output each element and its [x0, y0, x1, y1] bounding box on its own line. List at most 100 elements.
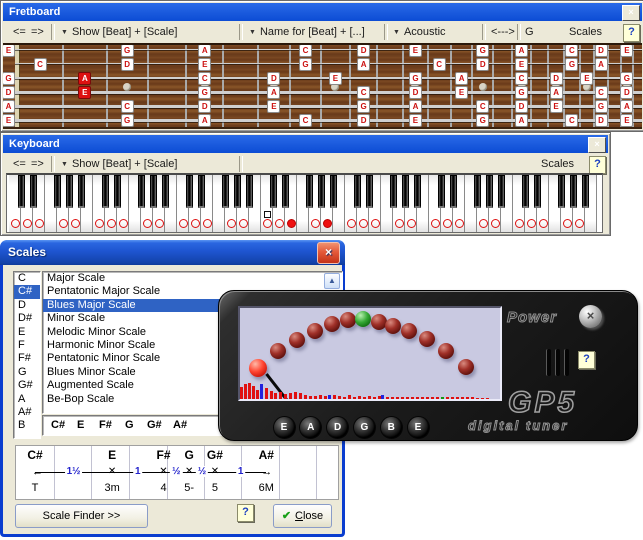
fretboard-close-icon[interactable]: × [622, 5, 640, 21]
fretboard-titlebar[interactable]: Fretboard × [3, 3, 642, 21]
fret-note-marker[interactable]: A [515, 44, 528, 57]
fretboard-scales-button[interactable]: Scales [569, 22, 602, 42]
fret-note-marker[interactable]: A [620, 100, 633, 113]
piano-key-black[interactable] [102, 175, 109, 208]
piano-key-black[interactable] [486, 175, 493, 208]
piano-key-black[interactable] [390, 175, 397, 208]
guitar-string[interactable] [15, 49, 642, 50]
fret-note-marker[interactable]: A [595, 58, 608, 71]
root-item-fs[interactable]: F# [14, 352, 40, 365]
fretboard-show-dropdown[interactable]: ▼Show [Beat] + [Scale] [61, 22, 177, 42]
fret-note-marker[interactable]: E [198, 58, 211, 71]
piano-key-black[interactable] [522, 175, 529, 208]
root-item-gs[interactable]: G# [14, 379, 40, 392]
guitar-string[interactable] [15, 63, 642, 64]
keyboard-close-icon[interactable]: × [588, 137, 606, 153]
piano-key-black[interactable] [558, 175, 565, 208]
scale-finder-button[interactable]: Scale Finder >> [15, 504, 148, 528]
fret-note-marker[interactable]: A [3, 100, 15, 113]
fret-note-marker[interactable]: E [515, 58, 528, 71]
piano-key-black[interactable] [318, 175, 325, 208]
scale-list-item[interactable]: Major Scale [43, 272, 342, 285]
fret-note-marker[interactable]: E [620, 114, 633, 127]
piano-key-black[interactable] [246, 175, 253, 208]
root-item-a[interactable]: A [14, 393, 40, 406]
piano-key-black[interactable] [450, 175, 457, 208]
piano-key-black[interactable] [570, 175, 577, 208]
root-item-c[interactable]: C [14, 272, 40, 285]
fret-note-marker-active[interactable]: E [78, 86, 91, 99]
fret-note-marker[interactable]: E [3, 114, 15, 127]
tuner-string-button-e0[interactable]: E [274, 417, 295, 438]
piano-key-black[interactable] [222, 175, 229, 208]
fret-note-marker[interactable]: E [580, 72, 593, 85]
fret-note-marker[interactable]: A [409, 100, 422, 113]
fret-note-marker[interactable]: D [198, 100, 211, 113]
fretboard-neck[interactable]: EGACDEGACDECDEGACDEGAGACDEGACDEGDEGACDEG… [3, 43, 642, 129]
piano-key-black[interactable] [162, 175, 169, 208]
root-note-list[interactable]: CC#DD#EFF#GG#AA#B [13, 271, 41, 439]
fret-note-marker[interactable]: G [476, 44, 489, 57]
fret-note-marker[interactable]: C [433, 58, 446, 71]
fret-note-marker[interactable]: G [121, 114, 134, 127]
piano-key-black[interactable] [150, 175, 157, 208]
fret-note-marker[interactable]: E [409, 114, 422, 127]
root-item-b[interactable]: B [14, 419, 40, 432]
help-icon[interactable]: ? [623, 24, 640, 42]
fret-note-marker[interactable]: C [476, 100, 489, 113]
piano-key-black[interactable] [474, 175, 481, 208]
close-button[interactable]: ✔Close [273, 504, 332, 528]
piano-key-black[interactable] [306, 175, 313, 208]
fret-note-marker[interactable]: C [357, 86, 370, 99]
keyboard-scales-button[interactable]: Scales [541, 154, 574, 174]
piano-key-black[interactable] [402, 175, 409, 208]
piano-key-black[interactable] [18, 175, 25, 208]
fret-note-marker[interactable]: D [595, 114, 608, 127]
fret-note-marker[interactable]: C [565, 114, 578, 127]
fret-note-marker[interactable]: G [357, 100, 370, 113]
fretboard-forward-button[interactable]: => [31, 22, 44, 42]
piano-key-black[interactable] [330, 175, 337, 208]
fret-note-marker[interactable]: E [329, 72, 342, 85]
fret-note-marker[interactable]: A [550, 86, 563, 99]
fret-note-marker[interactable]: D [620, 86, 633, 99]
tuner-string-button-d2[interactable]: D [327, 417, 348, 438]
piano-key-black[interactable] [234, 175, 241, 208]
tuner-string-button-a1[interactable]: A [300, 417, 321, 438]
root-item-cs[interactable]: C# [14, 285, 40, 298]
fret-note-marker[interactable]: A [198, 44, 211, 57]
piano-key-black[interactable] [498, 175, 505, 208]
piano-key-black[interactable] [582, 175, 589, 208]
keyboard-show-dropdown[interactable]: ▼Show [Beat] + [Scale] [61, 154, 177, 174]
piano-key-black[interactable] [270, 175, 277, 208]
root-item-g[interactable]: G [14, 366, 40, 379]
fret-note-marker[interactable]: E [455, 86, 468, 99]
fret-note-marker[interactable]: E [550, 100, 563, 113]
help-icon[interactable]: ? [578, 351, 595, 369]
root-item-e[interactable]: E [14, 326, 40, 339]
root-item-f[interactable]: F [14, 339, 40, 352]
help-icon[interactable]: ? [237, 504, 254, 522]
fret-note-marker[interactable]: G [620, 72, 633, 85]
tuner-string-button-g3[interactable]: G [354, 417, 375, 438]
fret-note-marker[interactable]: G [595, 100, 608, 113]
guitar-string[interactable] [15, 91, 642, 94]
piano-key-black[interactable] [114, 175, 121, 208]
fret-note-marker[interactable]: D [409, 86, 422, 99]
fret-note-marker[interactable]: G [299, 58, 312, 71]
fret-note-marker[interactable]: G [476, 114, 489, 127]
fret-note-marker[interactable]: C [121, 100, 134, 113]
fret-note-marker[interactable]: E [267, 100, 280, 113]
fret-note-marker[interactable]: A [198, 114, 211, 127]
fret-note-marker[interactable]: C [595, 86, 608, 99]
piano-key-black[interactable] [366, 175, 373, 208]
root-item-d[interactable]: D [14, 299, 40, 312]
fretboard-range-button[interactable]: <---> [491, 22, 515, 42]
fret-note-marker[interactable]: G [198, 86, 211, 99]
root-item-ds[interactable]: D# [14, 312, 40, 325]
piano-key-black[interactable] [186, 175, 193, 208]
piano-key-black[interactable] [534, 175, 541, 208]
fret-note-marker[interactable]: G [409, 72, 422, 85]
piano-key-black[interactable] [66, 175, 73, 208]
power-button[interactable]: × [579, 305, 602, 328]
